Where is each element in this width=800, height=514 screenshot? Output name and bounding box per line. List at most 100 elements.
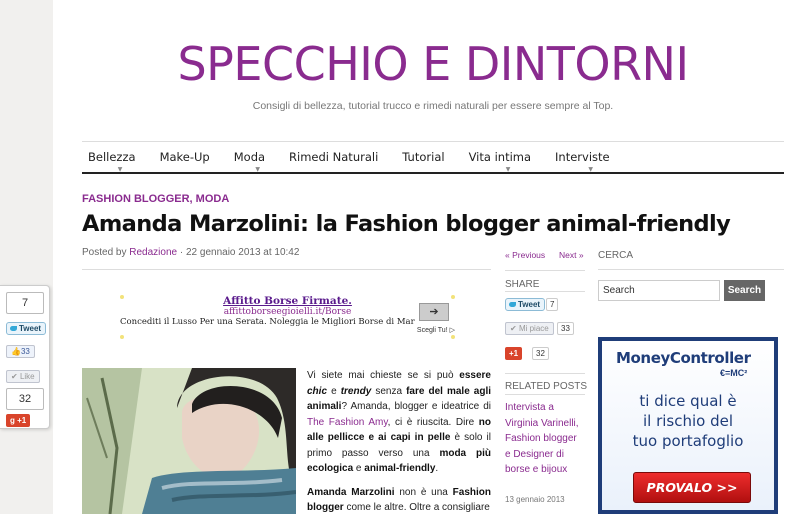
provalo-button[interactable]: PROVALO >> bbox=[633, 472, 751, 503]
arrow-right-icon[interactable]: ➔ bbox=[419, 303, 449, 321]
nav-item-label: Tutorial bbox=[402, 150, 445, 164]
google-icon: g bbox=[10, 416, 15, 425]
float-facebook-like-count[interactable]: 👍33 bbox=[6, 345, 35, 358]
nav-item-interviste[interactable]: Interviste ▼ bbox=[549, 150, 628, 173]
divider bbox=[505, 270, 585, 271]
nav-item-rimedi-naturali[interactable]: Rimedi Naturali bbox=[283, 150, 396, 164]
banner-subtitle: €=MC² bbox=[720, 368, 748, 378]
like-button[interactable]: ✔ Mi piace bbox=[505, 322, 554, 335]
ad-cta[interactable]: Scegli Tu! ▷ bbox=[417, 326, 455, 334]
post-date: 22 gennaio 2013 at 10:42 bbox=[185, 247, 300, 258]
divider bbox=[505, 373, 585, 374]
divider bbox=[505, 291, 585, 292]
post-photo bbox=[82, 368, 296, 514]
banner-line: ti dice qual è bbox=[639, 392, 737, 410]
text-span: animal-friendly bbox=[364, 463, 436, 474]
post-title: Amanda Marzolini: la Fashion blogger ani… bbox=[82, 211, 731, 237]
like-count: 33 bbox=[557, 322, 574, 335]
tweet-label: Tweet bbox=[518, 300, 541, 309]
nav-item-bellezza[interactable]: Bellezza ▼ bbox=[82, 150, 154, 173]
nav-item-label: Interviste bbox=[555, 150, 610, 164]
ad-corner-dot bbox=[451, 295, 455, 299]
text-span: , ci è riuscita. Dire bbox=[387, 416, 475, 428]
divider bbox=[505, 394, 585, 395]
search-input[interactable] bbox=[598, 280, 720, 301]
article-paragraph: Amanda Marzolini non è una Fashion blogg… bbox=[307, 485, 491, 514]
post-meta: Posted by Redazione · 22 gennaio 2013 at… bbox=[82, 247, 299, 258]
chevron-down-icon: ▼ bbox=[117, 166, 123, 173]
text-span: Vi siete mai chieste se si può bbox=[307, 370, 454, 381]
float-gplus-count: 32 bbox=[6, 388, 44, 410]
main-nav: Bellezza ▼ Make-Up Moda ▼ Rimedi Naturali … bbox=[82, 141, 784, 174]
moneycontroller-banner[interactable]: MoneyController €=MC² ti dice qual è il … bbox=[598, 337, 778, 514]
text-span: senza bbox=[375, 385, 403, 397]
banner-line: il rischio del bbox=[642, 412, 734, 430]
search-heading: CERCA bbox=[598, 250, 634, 261]
left-background-strip bbox=[0, 0, 53, 514]
nav-item-moda[interactable]: Moda ▼ bbox=[228, 150, 283, 173]
post-categories[interactable]: FASHION BLOGGER, MODA bbox=[82, 193, 229, 205]
text-span: e bbox=[355, 463, 362, 474]
related-post-link[interactable]: Intervista a Virginia Varinelli, Fashion… bbox=[505, 400, 585, 478]
ad-corner-dot bbox=[120, 335, 124, 339]
text-span: trendy bbox=[340, 385, 372, 397]
banner-logo: MoneyController bbox=[616, 349, 751, 367]
post-pagination: « Previous Next » bbox=[505, 250, 585, 260]
ad-corner-dot bbox=[120, 295, 124, 299]
author-link[interactable]: Redazione bbox=[129, 247, 177, 258]
text-span: essere bbox=[459, 370, 491, 381]
text-span: come le altre. Oltre a consigliare bbox=[346, 502, 490, 513]
text-ad[interactable]: Affitto Borse Firmate. affittoborseegioi… bbox=[120, 295, 455, 339]
text-span: e bbox=[331, 385, 337, 397]
nav-item-label: Make-Up bbox=[159, 150, 210, 164]
text-span: chic bbox=[307, 385, 328, 397]
float-tweet-count: 7 bbox=[6, 292, 44, 314]
like-label: Mi piace bbox=[518, 324, 549, 333]
float-like-button[interactable]: ✔ Like bbox=[6, 370, 40, 383]
nav-item-label: Bellezza bbox=[88, 150, 136, 164]
chevron-down-icon: ▼ bbox=[588, 166, 593, 173]
like-label: Like bbox=[19, 372, 35, 381]
divider bbox=[82, 269, 491, 270]
search-button[interactable]: Search bbox=[724, 280, 765, 301]
ad-text: Concediti il Lusso Per una Serata. Noleg… bbox=[120, 317, 415, 327]
tweet-button[interactable]: Tweet bbox=[505, 298, 546, 311]
nav-item-label: Moda bbox=[233, 150, 266, 164]
nav-item-vita-intima[interactable]: Vita intima ▼ bbox=[463, 150, 549, 173]
related-posts-heading: RELATED POSTS bbox=[505, 381, 588, 392]
nav-item-tutorial[interactable]: Tutorial bbox=[396, 150, 462, 164]
divider bbox=[598, 269, 784, 270]
site-header: SPECCHIO E DINTORNI Consigli di bellezza… bbox=[82, 0, 784, 112]
site-title[interactable]: SPECCHIO E DINTORNI bbox=[82, 37, 784, 91]
banner-text: ti dice qual è il rischio del tuo portaf… bbox=[602, 391, 774, 451]
fashion-amy-link[interactable]: The Fashion Amy bbox=[307, 417, 388, 428]
float-google-plus-button[interactable]: g +1 bbox=[6, 414, 31, 427]
adchoices-icon[interactable]: ▷ bbox=[450, 327, 455, 334]
text-span: Amanda Marzolini bbox=[307, 486, 395, 498]
text-span: non è una bbox=[399, 486, 448, 498]
previous-link[interactable]: « Previous bbox=[505, 250, 545, 260]
tweet-count: 7 bbox=[546, 298, 559, 311]
gplus-label: +1 bbox=[17, 416, 27, 425]
ad-cta-label: Scegli Tu! bbox=[416, 327, 448, 334]
text-span: ? Amanda, bbox=[341, 401, 391, 412]
share-heading: SHARE bbox=[505, 279, 540, 290]
chevron-down-icon: ▼ bbox=[505, 166, 511, 173]
related-post-date: 13 gennaio 2013 bbox=[505, 495, 565, 504]
ad-title[interactable]: Affitto Borse Firmate. bbox=[120, 295, 455, 307]
floating-share-bar: 7 Tweet 👍33 ✔ Like 32 g +1 bbox=[0, 285, 50, 429]
float-tweet-button[interactable]: Tweet bbox=[6, 322, 47, 335]
gplus-count: 32 bbox=[532, 347, 549, 360]
like-count: 33 bbox=[20, 347, 30, 356]
article-paragraph: Vi siete mai chieste se si può essere ch… bbox=[307, 368, 491, 477]
next-link[interactable]: Next » bbox=[559, 250, 584, 260]
nav-item-label: Rimedi Naturali bbox=[289, 150, 379, 164]
meta-prefix: Posted by bbox=[82, 247, 127, 258]
nav-item-label: Vita intima bbox=[468, 150, 532, 164]
google-plus-button[interactable]: +1 bbox=[505, 347, 523, 360]
ad-url[interactable]: affittoborseegioielli.it/Borse bbox=[120, 307, 455, 317]
gplus-label: +1 bbox=[509, 349, 519, 358]
nav-item-make-up[interactable]: Make-Up bbox=[154, 150, 228, 164]
banner-line: tuo portafoglio bbox=[632, 432, 744, 450]
ad-corner-dot bbox=[451, 335, 455, 339]
